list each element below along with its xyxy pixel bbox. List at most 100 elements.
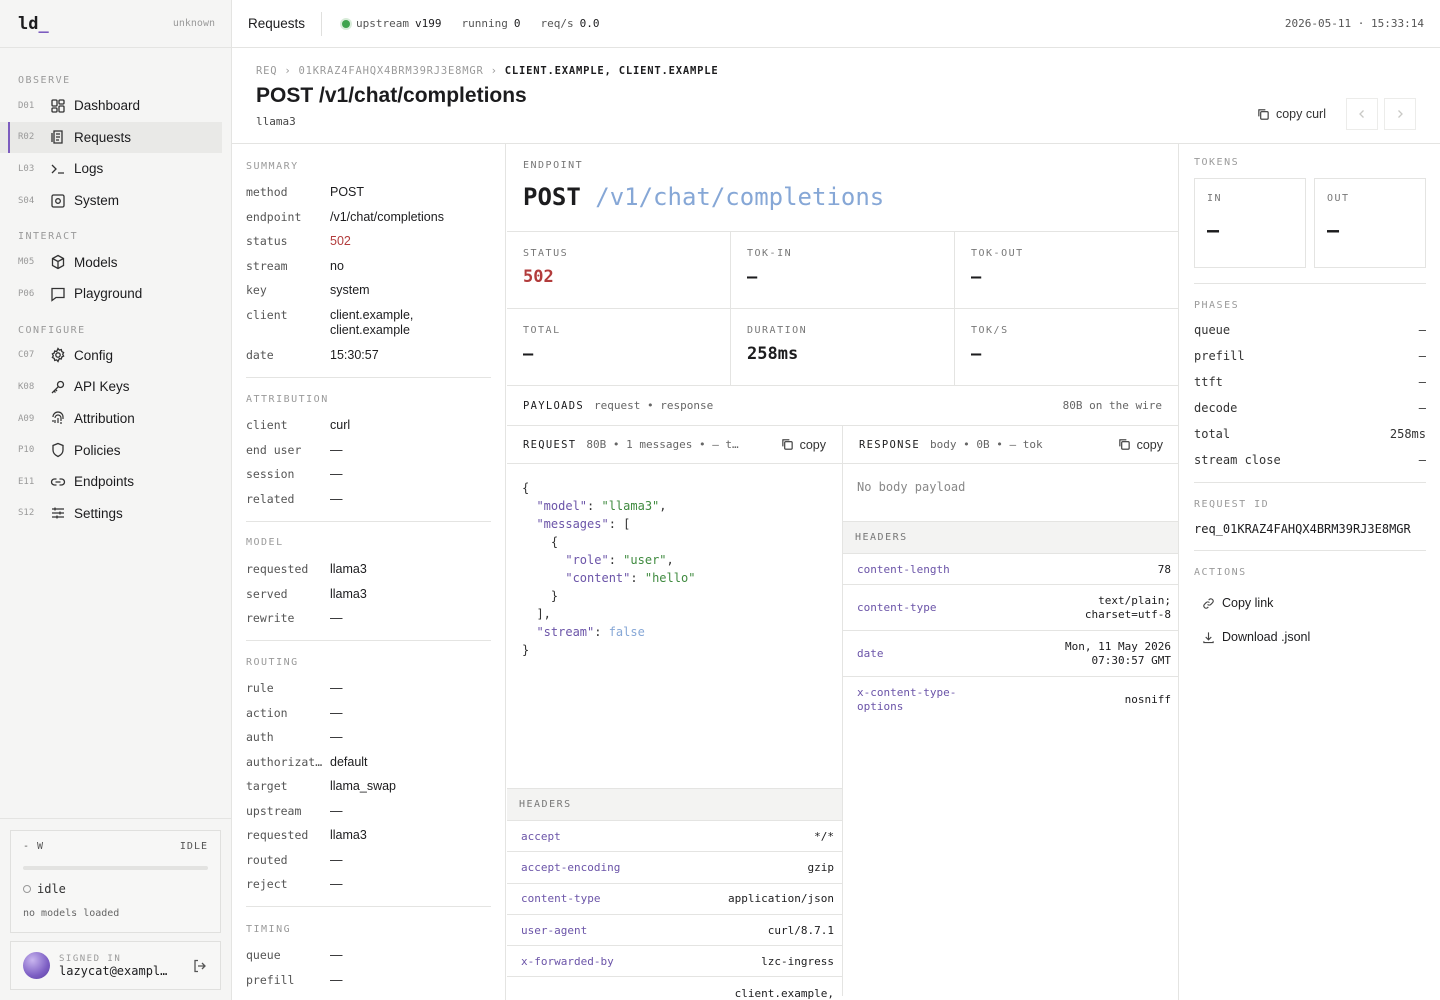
phase-row: queue — bbox=[1194, 323, 1426, 337]
nav-section-interact: INTERACT bbox=[18, 231, 79, 243]
tokens-out-box: OUT — bbox=[1314, 178, 1426, 268]
timing-title: TIMING bbox=[246, 924, 292, 935]
copy-link-button[interactable]: Copy link bbox=[1194, 586, 1426, 620]
avatar[interactable] bbox=[23, 952, 50, 979]
copy-response-button[interactable]: copy bbox=[1118, 438, 1163, 452]
breadcrumb: REQ › 01KRAZ4FAHQX4BRM39RJ3E8MGR › CLIEN… bbox=[256, 65, 718, 77]
section-divider bbox=[246, 377, 491, 378]
sidebar-item-api-keys[interactable]: K08 API Keys bbox=[0, 371, 222, 403]
chevron-right-icon bbox=[1395, 109, 1405, 119]
sidebar-item-config[interactable]: C07 Config bbox=[0, 340, 222, 372]
header-row: x-forwarded-by lzc-ingress bbox=[507, 946, 842, 978]
sidebar-item-models[interactable]: M05 Models bbox=[0, 246, 222, 278]
prev-request-button[interactable] bbox=[1346, 98, 1378, 130]
gear-icon bbox=[50, 347, 66, 364]
sidebar-item-system[interactable]: S04 System bbox=[0, 185, 222, 217]
header-row: x-content-type- options nosniff bbox=[857, 686, 1171, 713]
topbar: Requests upstream v199 running 0 req/s 0.0 … bbox=[232, 0, 1440, 48]
requests-icon bbox=[50, 129, 66, 145]
sidebar-item-label: Models bbox=[74, 254, 118, 270]
attribution-row: session — bbox=[246, 467, 343, 481]
download-icon bbox=[1202, 631, 1215, 644]
model-title: MODEL bbox=[246, 537, 284, 548]
sidebar-item-label: API Keys bbox=[74, 379, 130, 395]
worker-name: - W bbox=[23, 841, 45, 852]
response-title: RESPONSE bbox=[859, 438, 920, 451]
request-body-code[interactable]: { "model": "llama3", "messages": [ { "ro… bbox=[507, 464, 842, 674]
timing-row: prefill — bbox=[246, 972, 343, 987]
timing-row: queue — bbox=[246, 948, 343, 962]
worker-subtext: no models loaded bbox=[23, 908, 120, 919]
page-header: REQ › 01KRAZ4FAHQX4BRM39RJ3E8MGR › CLIEN… bbox=[232, 48, 1440, 144]
detail-panel: ENDPOINT POST /v1/chat/completions STATU… bbox=[507, 144, 1179, 1000]
routing-row: action — bbox=[246, 705, 343, 720]
download-jsonl-button[interactable]: Download .jsonl bbox=[1194, 620, 1426, 654]
routing-title: ROUTING bbox=[246, 657, 299, 668]
sidebar-item-settings[interactable]: S12 Settings bbox=[0, 498, 222, 530]
chat-icon bbox=[50, 286, 66, 302]
copy-icon bbox=[781, 438, 794, 451]
tokens-in-box: IN — bbox=[1194, 178, 1306, 268]
sidebar-item-playground[interactable]: P06 Playground bbox=[0, 278, 222, 310]
breadcrumb-id[interactable]: 01KRAZ4FAHQX4BRM39RJ3E8MGR bbox=[299, 65, 484, 77]
attribution-row: client curl bbox=[246, 418, 351, 432]
sidebar-item-label: Dashboard bbox=[74, 98, 141, 114]
response-pane: RESPONSE body • 0B • — tok copy No body … bbox=[843, 426, 1178, 996]
sidebar-item-logs[interactable]: L03 Logs bbox=[0, 153, 222, 185]
logo[interactable]: ld_ bbox=[18, 14, 49, 34]
stat-tok-in: TOK-IN — bbox=[731, 232, 955, 309]
header-row: date Mon, 11 May 2026 07:30:57 GMT bbox=[843, 631, 1178, 677]
sidebar-item-label: Requests bbox=[74, 129, 132, 145]
summary-row: endpoint/v1/chat/completions bbox=[246, 209, 444, 224]
sidebar-item-label: Endpoints bbox=[74, 474, 135, 490]
response-headers-title: HEADERS bbox=[843, 521, 1178, 554]
sidebar-item-label: Playground bbox=[74, 286, 143, 302]
routing-row: routed — bbox=[246, 852, 343, 867]
terminal-icon bbox=[50, 161, 66, 177]
request-title: REQUEST bbox=[523, 438, 577, 451]
copy-curl-button[interactable]: copy curl bbox=[1257, 107, 1326, 121]
upstream-status: upstream v199 bbox=[342, 17, 442, 30]
sidebar-item-label: Config bbox=[74, 347, 114, 363]
request-meta: 80B • 1 messages • — t… bbox=[586, 438, 739, 451]
topbar-title: Requests bbox=[248, 11, 323, 36]
system-icon bbox=[50, 193, 66, 209]
logout-icon[interactable] bbox=[192, 958, 208, 974]
stat-tok-out: TOK-OUT — bbox=[955, 232, 1178, 309]
chevron-left-icon bbox=[1357, 109, 1367, 119]
status-value: 502 bbox=[330, 234, 351, 248]
next-request-button[interactable] bbox=[1384, 98, 1416, 130]
section-divider bbox=[1194, 283, 1426, 284]
worker-progress-bar bbox=[23, 866, 208, 870]
payloads-title: PAYLOADS bbox=[523, 399, 584, 412]
request-headers-title: HEADERS bbox=[507, 788, 842, 821]
running-count: running 0 bbox=[461, 17, 521, 30]
stat-duration: DURATION 258ms bbox=[731, 309, 955, 386]
breadcrumb-root[interactable]: REQ bbox=[256, 65, 277, 77]
metrics-panel: TOKENS IN — OUT — PHASES queue — prefill —… bbox=[1180, 144, 1440, 1000]
request-id-value[interactable]: req_01KRAZ4FAHQX4BRM39RJ3E8MGR bbox=[1194, 522, 1426, 536]
page-title: POST /v1/chat/completions bbox=[256, 84, 527, 107]
key-icon bbox=[50, 379, 66, 395]
attribution-row: end user — bbox=[246, 442, 343, 457]
sidebar-item-label: Attribution bbox=[74, 411, 135, 427]
routing-row: auth — bbox=[246, 730, 343, 744]
summary-row: date 15:30:57 bbox=[246, 347, 379, 362]
sidebar-item-attribution[interactable]: A09 Attribution bbox=[0, 403, 222, 435]
copy-request-button[interactable]: copy bbox=[781, 438, 826, 452]
header-row: content-type application/json bbox=[507, 884, 842, 915]
worker-status-card[interactable]: - W IDLE idle no models loaded bbox=[10, 830, 221, 933]
summary-panel: SUMMARY method POST endpoint/v1/chat/comp… bbox=[232, 144, 506, 1000]
summary-row: key system bbox=[246, 283, 370, 297]
header-row: accept-encoding gzip bbox=[507, 852, 842, 884]
fingerprint-icon bbox=[50, 411, 66, 427]
attribution-row: related — bbox=[246, 491, 343, 506]
endpoint-method: POST bbox=[523, 183, 581, 211]
sidebar-item-endpoints[interactable]: E11 Endpoints bbox=[0, 466, 222, 498]
stat-tok-per-second: TOK/S — bbox=[955, 309, 1178, 386]
sidebar-item-dashboard[interactable]: D01 Dashboard bbox=[0, 90, 222, 122]
summary-row: status 502 bbox=[246, 234, 492, 259]
sidebar-item-requests[interactable]: R02 Requests bbox=[0, 121, 222, 154]
payloads-sub: request • response bbox=[593, 399, 714, 412]
sidebar-item-policies[interactable]: P10 Policies bbox=[0, 434, 222, 466]
